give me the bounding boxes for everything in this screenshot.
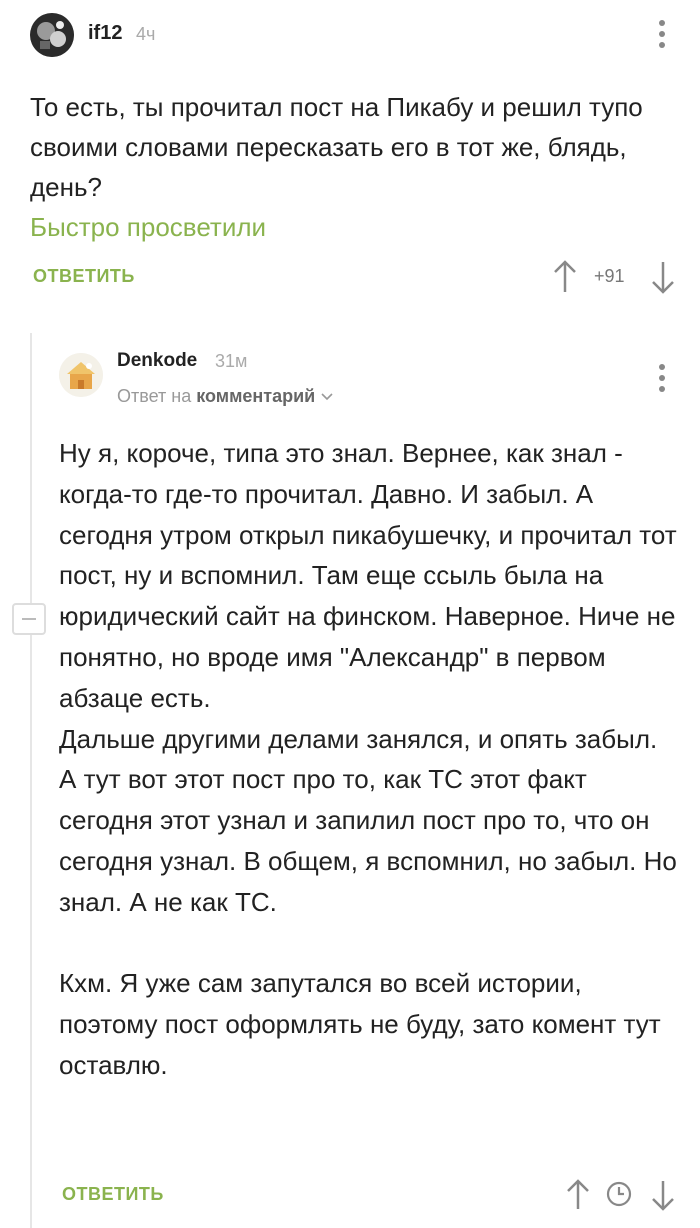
reply-to-link[interactable]: Ответ на комментарий (117, 386, 334, 407)
more-options-icon[interactable] (650, 16, 674, 52)
more-options-icon[interactable] (650, 360, 674, 396)
rating-count: +91 (594, 266, 625, 286)
downvote-arrow-icon[interactable] (650, 1178, 676, 1212)
upvote-arrow-icon[interactable] (565, 1178, 591, 1212)
thread-line[interactable] (30, 333, 32, 1228)
reply-to-prefix: Ответ на (117, 386, 192, 406)
avatar[interactable] (59, 353, 103, 397)
minus-icon (22, 618, 36, 620)
downvote-arrow-icon[interactable] (650, 259, 676, 295)
avatar-image-icon (30, 13, 74, 57)
comment-time: 4ч (136, 24, 156, 44)
avatar[interactable] (30, 13, 74, 57)
clock-icon (605, 1180, 633, 1208)
upvote-arrow-icon[interactable] (552, 259, 578, 295)
comment-time: 31м (215, 351, 248, 371)
reply-button[interactable]: ОТВЕТИТЬ (62, 1184, 164, 1205)
avatar-house-icon (59, 353, 103, 397)
chevron-down-icon (321, 393, 333, 401)
reply-to-target[interactable]: комментарий (196, 386, 315, 406)
author-name[interactable]: Denkode (117, 350, 197, 372)
collapse-thread-button[interactable] (12, 603, 46, 635)
comment-body: Ну я, короче, типа это знал. Вернее, как… (59, 438, 677, 1080)
reply-button[interactable]: ОТВЕТИТЬ (33, 266, 135, 287)
comment-green-text: Быстро просветили (30, 212, 267, 242)
author-name[interactable]: if12 (88, 22, 122, 45)
comment-text: То есть, ты прочитал пост на Пикабу и ре… (30, 87, 680, 247)
comment-body: То есть, ты прочитал пост на Пикабу и ре… (30, 92, 643, 202)
